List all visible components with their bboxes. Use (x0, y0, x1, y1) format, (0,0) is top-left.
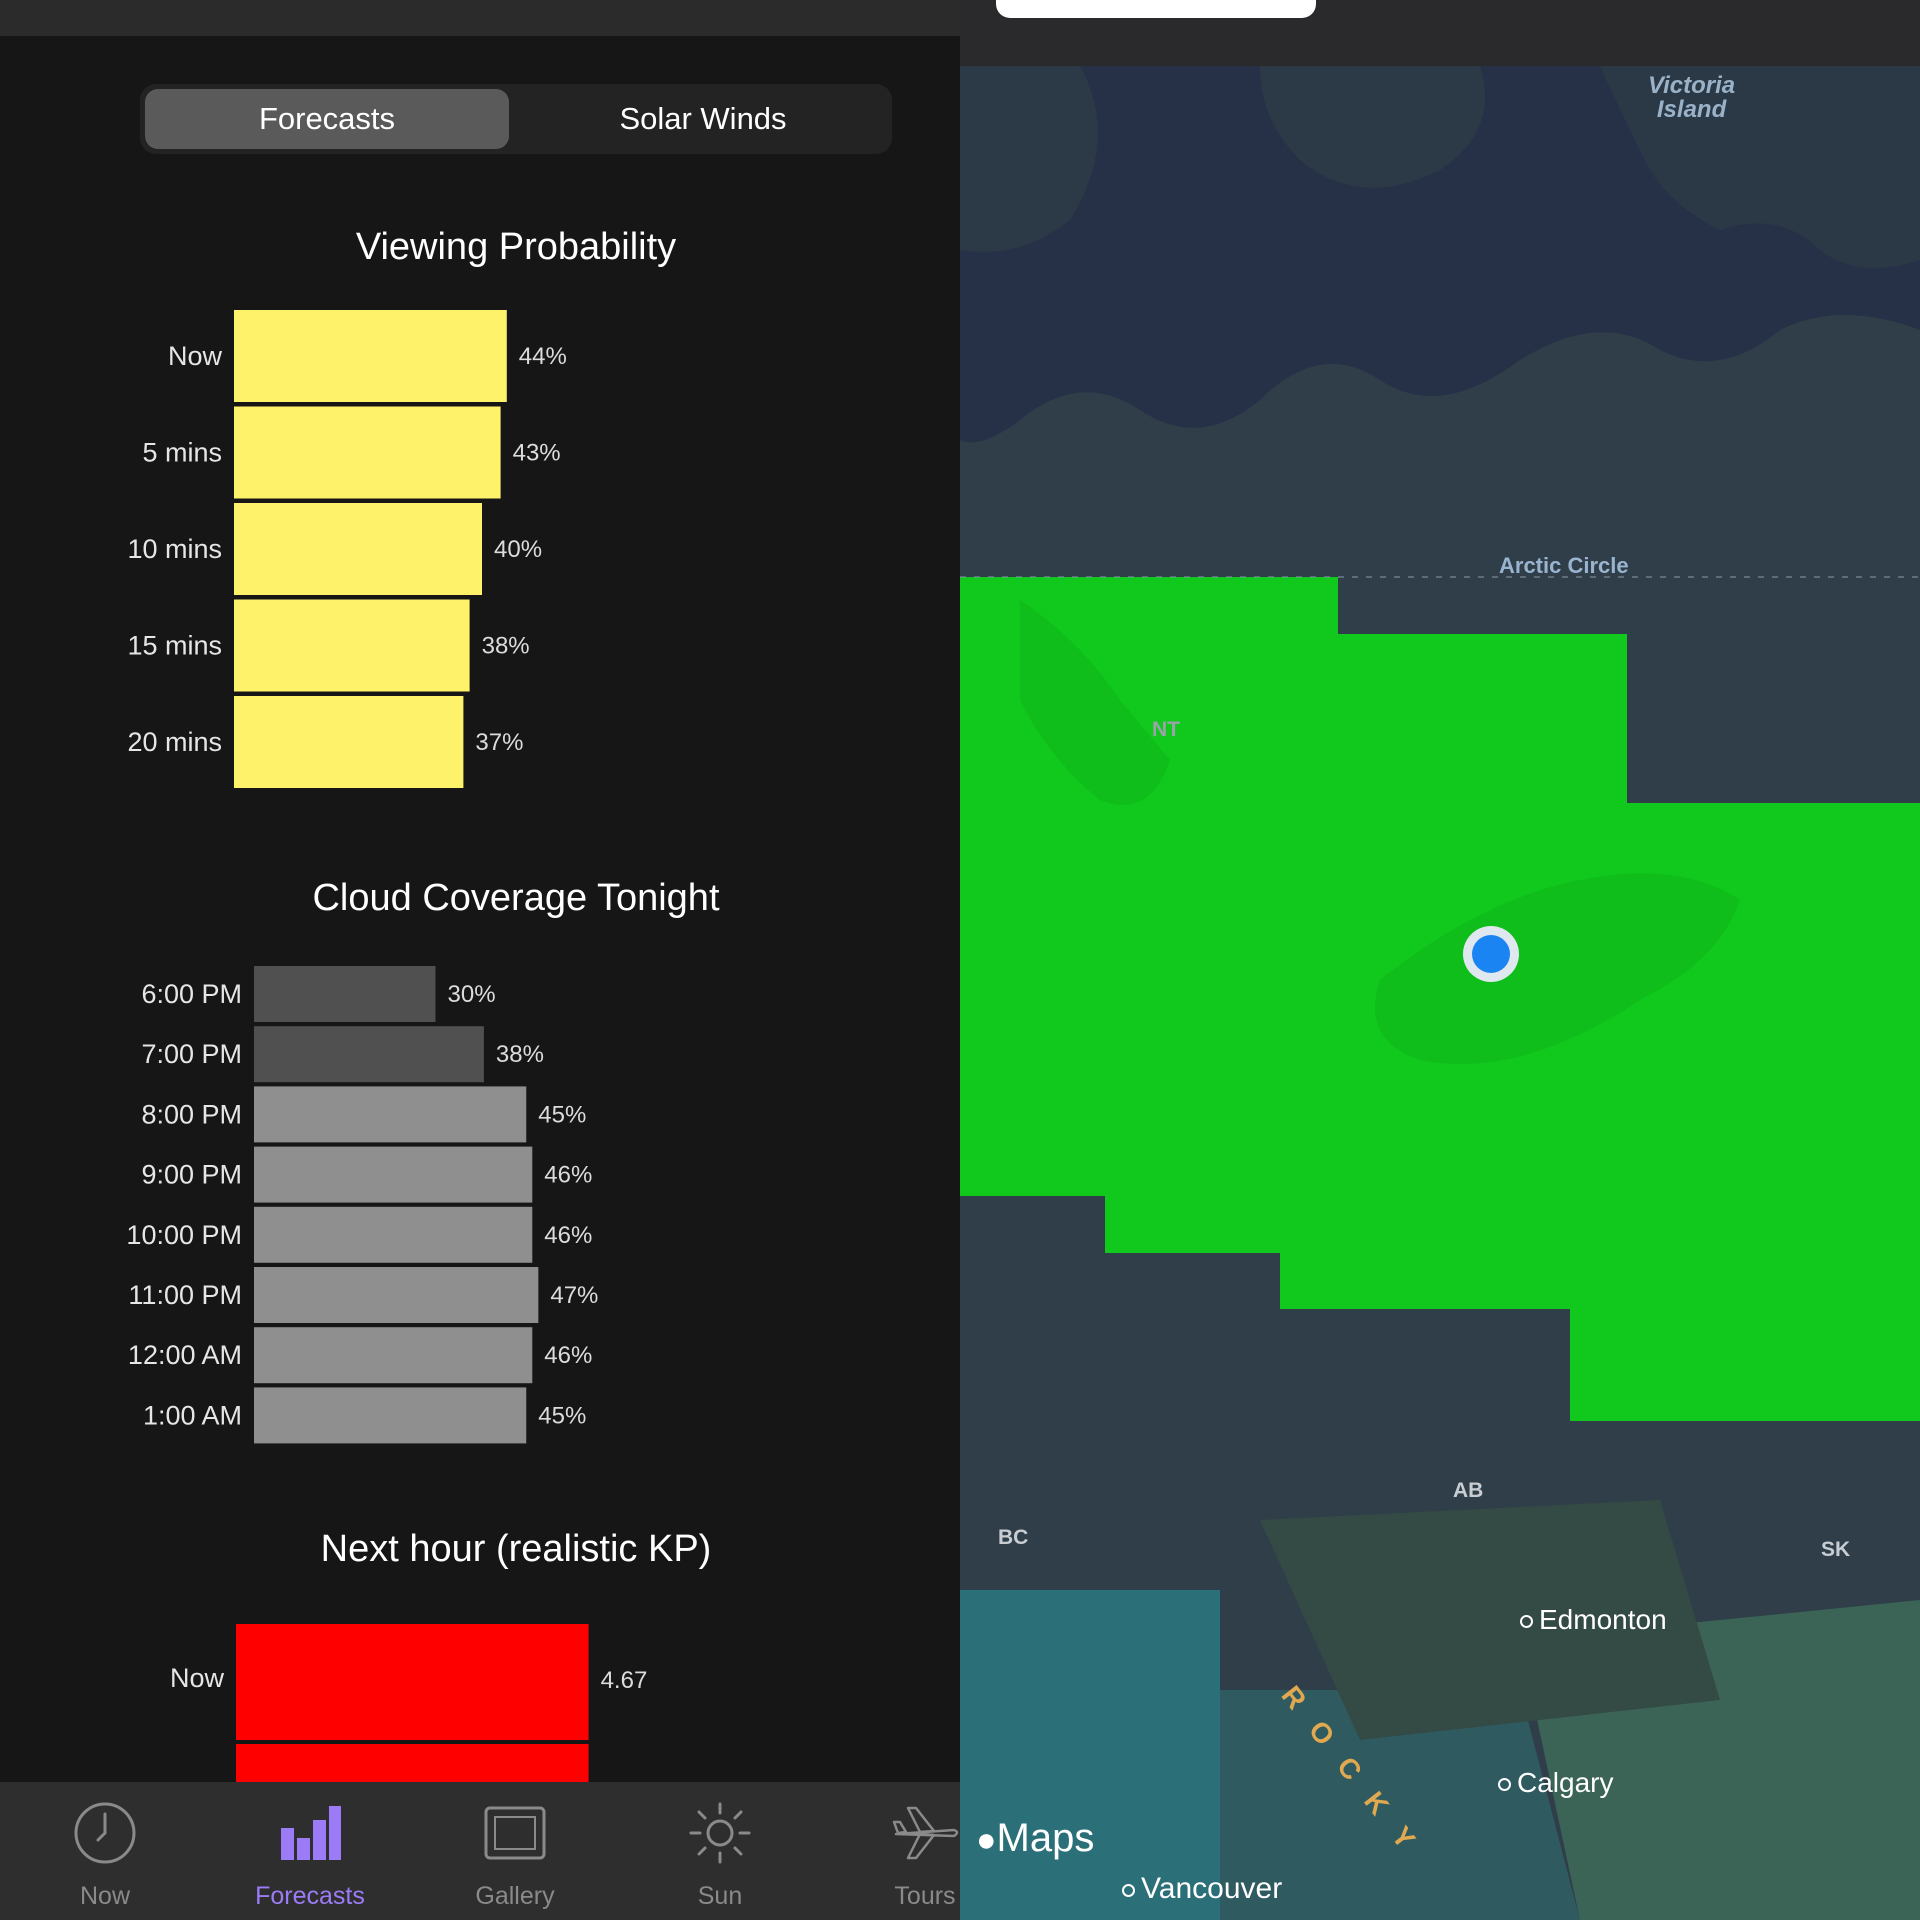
bar-chart-icon (281, 1806, 341, 1860)
segment-solar-winds[interactable]: Solar Winds (520, 89, 886, 149)
bar-value-label: 47% (550, 1282, 598, 1309)
tab-tours-label: Tours (894, 1882, 956, 1910)
label-arctic-circle: Arctic Circle (1499, 553, 1629, 578)
vancouver-text: Vancouver (1141, 1872, 1283, 1905)
sun-icon (689, 1802, 751, 1864)
tab-now-label: Now (79, 1882, 130, 1910)
bar (254, 1206, 533, 1263)
bar-label: 10:00 PM (126, 1220, 242, 1250)
bar-value-label: 38% (496, 1041, 544, 1068)
bar (254, 1086, 527, 1143)
bar (254, 1327, 533, 1384)
segment-forecasts[interactable]: Forecasts (145, 89, 509, 149)
picture-frame-icon (484, 1806, 546, 1860)
clock-icon (74, 1802, 136, 1864)
bar-label: 20 mins (127, 727, 222, 757)
label-edmonton: Edmonton (1520, 1604, 1667, 1636)
tab-now[interactable]: Now (25, 1782, 185, 1920)
segmented-control: Forecasts Solar Winds (140, 84, 892, 154)
bar (254, 1026, 484, 1083)
bar-value-label: 45% (538, 1101, 586, 1128)
label-nt: NT (1152, 718, 1180, 741)
status-strip (0, 0, 960, 36)
viewing-probability-chart: Now 44% 5 mins 43% 10 mins 40% 15 mins 38% 20 mi… (127, 310, 567, 788)
bar-label: Now (170, 1663, 225, 1693)
label-vancouver: Vancouver (1122, 1872, 1282, 1906)
tab-gallery-label: Gallery (475, 1882, 555, 1910)
label-sk: SK (1821, 1538, 1851, 1561)
airplane-icon (892, 1806, 959, 1860)
calgary-text: Calgary (1517, 1767, 1614, 1798)
bar-label: 8:00 PM (141, 1099, 242, 1129)
current-location-dot (1472, 935, 1510, 973)
map-search-pill[interactable] (996, 0, 1316, 18)
bar-label: 11:00 PM (128, 1280, 242, 1310)
bar-label: 12:00 AM (128, 1340, 242, 1370)
tab-bar: Now Forecasts Gallery Sun Tours (0, 1782, 960, 1920)
bar-label: 9:00 PM (141, 1160, 242, 1190)
bar (234, 406, 501, 499)
tab-gallery[interactable]: Gallery (435, 1782, 595, 1920)
cloud-coverage-title: Cloud Coverage Tonight (312, 877, 720, 919)
bar-value-label: 43% (513, 440, 561, 467)
bar (234, 503, 482, 595)
apple-logo-icon: ● (976, 1821, 997, 1859)
bar (254, 1387, 527, 1444)
city-dot-icon (1498, 1778, 1511, 1792)
cloud-coverage-chart: 6:00 PM 30% 7:00 PM 38% 8:00 PM 45% 9:00 PM 46%… (126, 966, 598, 1444)
maps-attribution[interactable]: ●Maps (976, 1816, 1094, 1861)
bar-label: 10 mins (127, 534, 222, 564)
bar-label: 15 mins (127, 631, 222, 661)
bar-value-label: 30% (448, 981, 496, 1008)
bar-value-label: 4.67 (601, 1667, 648, 1694)
bar-label: 1:00 AM (143, 1400, 242, 1430)
tab-sun-label: Sun (697, 1882, 743, 1910)
bar-value-label: 45% (538, 1402, 586, 1429)
aurora-map[interactable]: Victoria Island Arctic Circle NT AB BC S… (960, 0, 1920, 1920)
maps-attribution-text: Maps (996, 1816, 1095, 1860)
bar-value-label: 44% (519, 343, 567, 370)
bar-label: Now (168, 341, 223, 371)
bar (234, 310, 507, 402)
bar-value-label: 46% (544, 1222, 592, 1249)
bar (254, 1267, 539, 1323)
kp-chart: Now 4.67 (170, 1624, 648, 1790)
map-canvas (960, 0, 1920, 1920)
bar-value-label: 38% (482, 633, 530, 660)
bar-value-label: 46% (544, 1342, 592, 1369)
label-calgary: Calgary (1498, 1767, 1613, 1799)
bar (254, 966, 436, 1022)
label-bc: BC (998, 1526, 1029, 1549)
bar-label: 5 mins (142, 438, 222, 468)
bar (236, 1624, 589, 1740)
tab-tours[interactable]: Tours (845, 1782, 960, 1920)
bar-label: 7:00 PM (141, 1039, 242, 1069)
bar-label: 6:00 PM (141, 979, 242, 1009)
bar (234, 599, 470, 692)
city-dot-icon (1520, 1615, 1533, 1629)
label-victoria-island: Victoria Island (1648, 72, 1736, 123)
tab-forecasts-label: Forecasts (255, 1882, 365, 1910)
bar (234, 696, 464, 788)
bar (254, 1146, 533, 1203)
tab-sun[interactable]: Sun (640, 1782, 800, 1920)
city-dot-icon (1122, 1883, 1135, 1897)
bar-value-label: 37% (475, 729, 523, 756)
forecast-panel: Forecasts Solar Winds Viewing Probabilit… (0, 0, 960, 1920)
label-ab: AB (1453, 1479, 1484, 1502)
bar-value-label: 46% (544, 1162, 592, 1189)
viewing-probability-title: Viewing Probability (355, 226, 677, 268)
bar-value-label: 40% (494, 536, 542, 563)
edmonton-text: Edmonton (1539, 1604, 1667, 1635)
tab-forecasts[interactable]: Forecasts (230, 1782, 390, 1920)
kp-title: Next hour (realistic KP) (320, 1528, 712, 1570)
